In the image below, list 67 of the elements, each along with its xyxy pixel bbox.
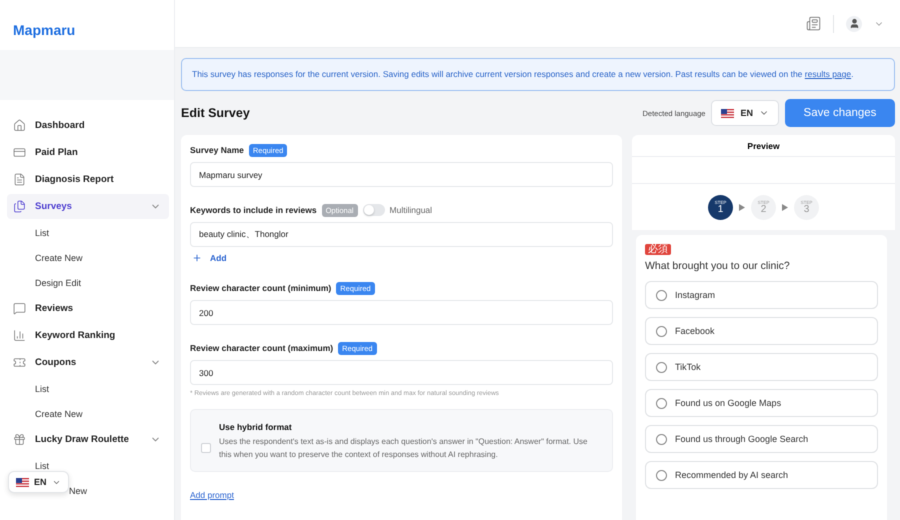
- toggle-switch[interactable]: [362, 204, 385, 216]
- language-select[interactable]: EN: [711, 100, 779, 126]
- arrow-right-icon: [739, 204, 745, 210]
- field-label: Review character count (minimum): [190, 283, 332, 293]
- page-title: Edit Survey: [181, 106, 251, 120]
- sidebar-subitem[interactable]: Design Edit: [35, 278, 82, 288]
- input-field[interactable]: beauty clinic、Thonglor: [190, 222, 613, 247]
- language-selector[interactable]: EN: [8, 471, 69, 493]
- radio-icon: [656, 434, 667, 444]
- answer-option[interactable]: TikTok: [645, 353, 878, 381]
- add-button[interactable]: Add: [190, 253, 227, 263]
- gift-icon: [13, 433, 26, 446]
- option-description: Uses the respondent's text as-is and displays each question's answer in "Question: Answer" format. Use this when you want to preserve the context of responses without AI rephrasing.: [219, 436, 588, 461]
- sidebar-item[interactable]: Dashboard: [7, 113, 169, 138]
- add-prompt-link[interactable]: Add prompt: [190, 490, 613, 500]
- brand-logo[interactable]: Mapmaru: [0, 0, 174, 50]
- sidebar-subitem[interactable]: List: [35, 460, 50, 470]
- field-label: Review character count (maximum): [190, 343, 334, 353]
- flag-icon: [16, 478, 29, 486]
- radio-icon: [656, 470, 667, 480]
- sidebar-subitem[interactable]: List: [35, 384, 50, 394]
- field-label: Keywords to include in reviews: [190, 205, 317, 215]
- answer-option[interactable]: Facebook: [645, 317, 878, 345]
- notice-text: This survey has responses for the current version. Saving edits will archive current version responses and create a new version. Past results can be viewed on the results page.: [192, 69, 854, 79]
- sidebar-subitem[interactable]: New: [69, 486, 88, 496]
- radio-icon: [656, 398, 667, 408]
- sidebar-item[interactable]: Lucky Draw Roulette: [7, 427, 169, 452]
- documents-icon: [13, 200, 26, 213]
- save-button[interactable]: Save changes: [785, 99, 895, 127]
- input-field[interactable]: 300: [190, 360, 613, 385]
- sidebar-item[interactable]: Coupons: [7, 350, 169, 375]
- sidebar-subitem[interactable]: Create New: [35, 252, 83, 262]
- plus-icon: [192, 253, 202, 263]
- bar-chart-icon: [13, 329, 26, 342]
- answer-option[interactable]: Found us on Google Maps: [645, 389, 878, 417]
- radio-icon: [656, 290, 667, 300]
- chat-icon: [13, 302, 26, 315]
- radio-icon: [656, 362, 667, 372]
- results-page-link[interactable]: results page: [804, 69, 852, 79]
- card-icon: [13, 146, 26, 159]
- preview-title: Preview: [747, 140, 780, 150]
- sidebar-item[interactable]: Diagnosis Report: [7, 167, 169, 192]
- required-tag: 必須: [645, 244, 671, 255]
- radio-icon: [656, 326, 667, 336]
- ticket-icon: [13, 356, 26, 369]
- sidebar-subitem[interactable]: Create New: [35, 408, 83, 418]
- house-icon: [13, 119, 26, 132]
- avatar-icon[interactable]: [846, 16, 862, 32]
- option-title: Use hybrid format: [219, 422, 293, 432]
- answer-option[interactable]: Found us through Google Search: [645, 425, 878, 453]
- input-field[interactable]: Mapmaru survey: [190, 162, 613, 187]
- newspaper-icon[interactable]: [806, 16, 821, 31]
- arrow-right-icon: [782, 204, 788, 210]
- input-field[interactable]: 200: [190, 300, 613, 325]
- flag-icon: [721, 108, 734, 118]
- sidebar-item[interactable]: Paid Plan: [7, 140, 169, 165]
- document-icon: [13, 173, 26, 186]
- toggle-label: Multilingual: [390, 205, 432, 215]
- sidebar-subitem[interactable]: List: [35, 228, 50, 238]
- answer-option[interactable]: Instagram: [645, 281, 878, 309]
- answer-option[interactable]: Recommended by AI search: [645, 461, 878, 489]
- sidebar-item[interactable]: Surveys: [7, 194, 169, 219]
- field-label: Survey Name: [190, 145, 244, 155]
- checkbox[interactable]: [201, 442, 211, 452]
- question-text: What brought you to our clinic?: [645, 260, 791, 272]
- sidebar-item[interactable]: Keyword Ranking: [7, 323, 169, 348]
- sidebar-item[interactable]: Reviews: [7, 296, 169, 321]
